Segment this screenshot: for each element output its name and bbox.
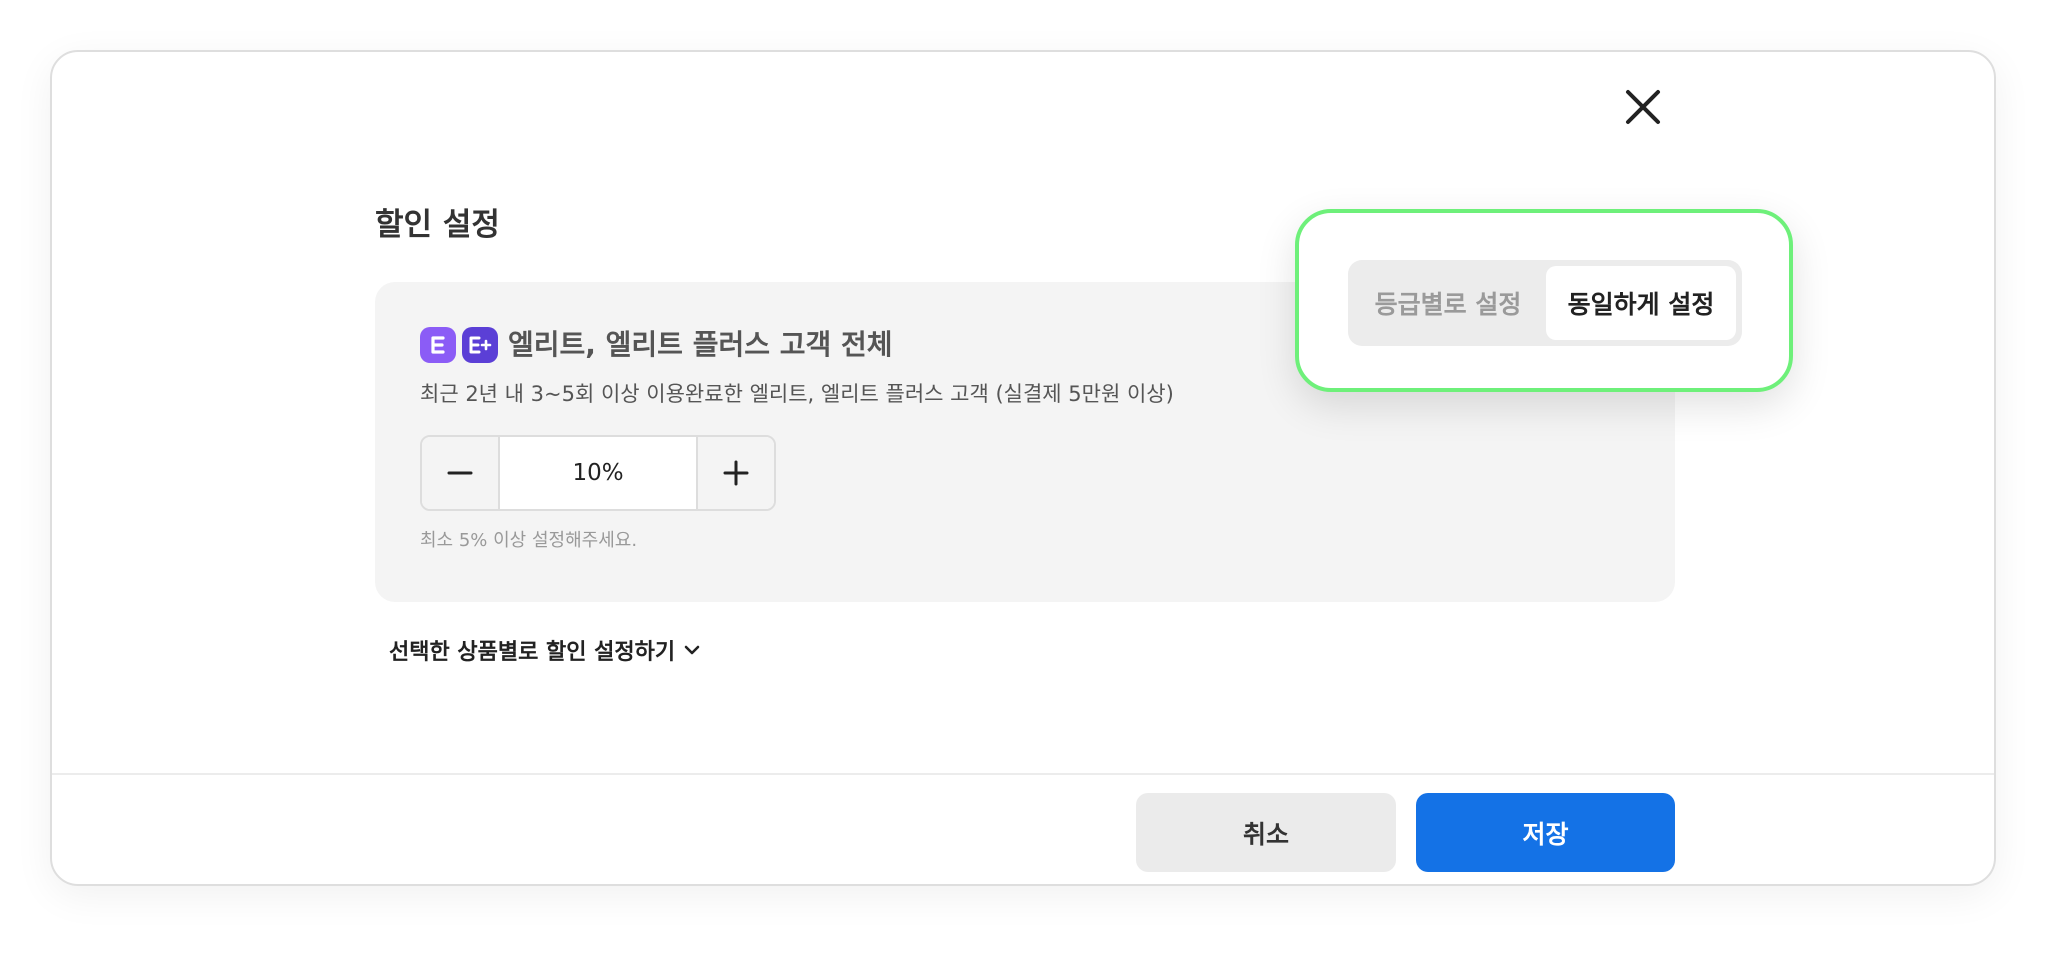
discount-settings-dialog: 할인 설정 엘리트, 엘리트 플러스 고객 전체 최근 2년 내 3~5회 이상… xyxy=(50,50,1996,886)
segment-by-grade[interactable]: 등급별로 설정 xyxy=(1354,266,1542,340)
footer-divider xyxy=(52,773,1994,775)
decrease-button[interactable] xyxy=(422,437,500,509)
discount-value-input[interactable]: 10% xyxy=(500,437,696,509)
discount-stepper: 10% xyxy=(420,435,776,511)
chevron-down-icon xyxy=(684,645,700,655)
per-product-label: 선택한 상품별로 할인 설정하기 xyxy=(389,640,676,665)
setting-mode-segmented-control: 등급별로 설정 동일하게 설정 xyxy=(1348,260,1742,346)
segment-same-for-all[interactable]: 동일하게 설정 xyxy=(1546,266,1736,340)
plus-icon xyxy=(723,460,749,486)
increase-button[interactable] xyxy=(696,437,774,509)
group-description: 최근 2년 내 3~5회 이상 이용완료한 엘리트, 엘리트 플러스 고객 (실… xyxy=(420,382,1174,406)
dialog-title: 할인 설정 xyxy=(375,207,500,243)
close-button[interactable] xyxy=(1620,84,1666,130)
minus-icon xyxy=(447,471,473,475)
min-discount-hint: 최소 5% 이상 설정해주세요. xyxy=(420,530,638,551)
close-icon xyxy=(1626,90,1660,124)
elite-badge-icon xyxy=(420,327,456,363)
per-product-discount-toggle[interactable]: 선택한 상품별로 할인 설정하기 xyxy=(389,634,701,666)
group-title: 엘리트, 엘리트 플러스 고객 전체 xyxy=(508,328,893,361)
cancel-button[interactable]: 취소 xyxy=(1136,793,1396,872)
setting-mode-callout: 등급별로 설정 동일하게 설정 xyxy=(1295,209,1793,392)
elite-plus-badge-icon xyxy=(462,327,498,363)
save-button[interactable]: 저장 xyxy=(1416,793,1675,872)
